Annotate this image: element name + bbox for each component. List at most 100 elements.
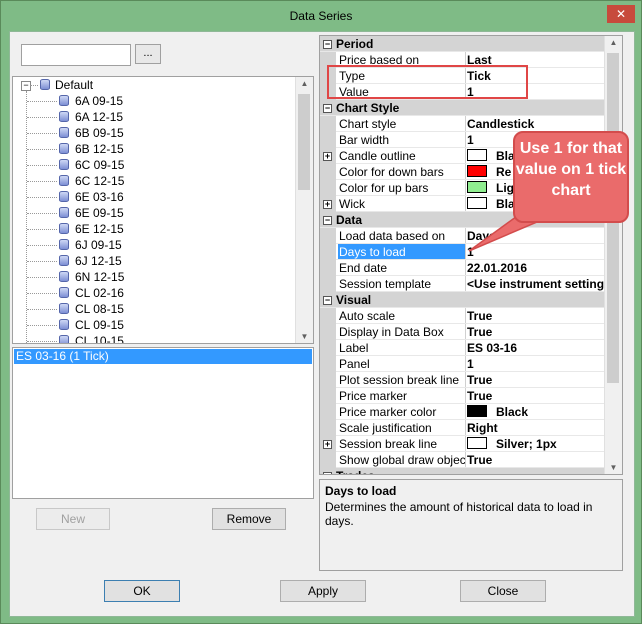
collapse-icon[interactable]: − xyxy=(323,40,332,49)
scroll-up-icon[interactable]: ▲ xyxy=(296,79,313,88)
tree-item[interactable]: CL 09-15 xyxy=(13,317,295,333)
property-value[interactable]: True xyxy=(467,372,492,388)
property-row[interactable]: Scale justification Right xyxy=(320,420,605,436)
tree-item-label: 6E 09-15 xyxy=(75,206,124,220)
property-value[interactable]: True xyxy=(467,308,492,324)
property-value[interactable]: 1 xyxy=(467,132,474,148)
scroll-up-icon[interactable]: ▲ xyxy=(605,38,622,47)
property-grid-scrollbar[interactable]: ▲ ▼ xyxy=(604,36,622,474)
tree-item[interactable]: 6A 12-15 xyxy=(13,109,295,125)
property-value[interactable]: Black xyxy=(467,404,528,420)
property-name: Bar width xyxy=(338,132,466,147)
property-value[interactable]: True xyxy=(467,388,492,404)
new-button[interactable]: New xyxy=(36,508,110,530)
property-row[interactable]: Show global draw objects True xyxy=(320,452,605,468)
tree-item[interactable]: 6B 09-15 xyxy=(13,125,295,141)
tree-item[interactable]: 6C 09-15 xyxy=(13,157,295,173)
tree-item[interactable]: 6N 12-15 xyxy=(13,269,295,285)
property-row[interactable]: Price marker color Black xyxy=(320,404,605,420)
tree-item[interactable]: 6J 12-15 xyxy=(13,253,295,269)
category-label: Trades xyxy=(336,468,375,474)
tree-item-label: 6E 03-16 xyxy=(75,190,124,204)
property-row[interactable]: Session template <Use instrument settings… xyxy=(320,276,618,292)
tree-item-label: 6C 09-15 xyxy=(75,158,125,172)
expand-icon[interactable]: + xyxy=(323,440,332,449)
tree-item[interactable]: CL 10-15 xyxy=(13,333,295,343)
series-list-item[interactable]: ES 03-16 (1 Tick) xyxy=(14,349,312,364)
color-swatch xyxy=(467,149,487,161)
tree-item[interactable]: 6E 03-16 xyxy=(13,189,295,205)
tree-item[interactable]: 6J 09-15 xyxy=(13,237,295,253)
title-bar[interactable]: Data Series ✕ xyxy=(1,1,641,31)
property-value[interactable]: Lig xyxy=(467,180,514,196)
category-period[interactable]: − Period xyxy=(320,36,605,52)
property-row[interactable]: + Session break line Silver; 1px xyxy=(320,436,605,452)
property-row[interactable]: Panel 1 xyxy=(320,356,605,372)
expand-icon[interactable]: + xyxy=(323,152,332,161)
category-trades[interactable]: − Trades xyxy=(320,468,605,474)
close-window-button[interactable]: ✕ xyxy=(607,5,635,23)
property-value[interactable]: Right xyxy=(467,420,498,436)
property-name: Color for up bars xyxy=(338,180,466,195)
property-name: Panel xyxy=(338,356,466,371)
collapse-toggle-icon[interactable]: − xyxy=(21,81,31,91)
scroll-down-icon[interactable]: ▼ xyxy=(605,463,622,472)
scrollbar-thumb[interactable] xyxy=(298,94,310,190)
tree-item-label: 6A 09-15 xyxy=(75,94,124,108)
tree-root-default[interactable]: − Default xyxy=(13,77,295,93)
description-title: Days to load xyxy=(325,484,397,498)
category-label: Visual xyxy=(336,293,372,307)
category-visual[interactable]: − Visual xyxy=(320,292,605,308)
collapse-icon[interactable]: − xyxy=(323,472,332,474)
property-row[interactable]: Auto scale True xyxy=(320,308,605,324)
remove-button[interactable]: Remove xyxy=(212,508,286,530)
tree-root-label: Default xyxy=(55,78,94,92)
browse-button[interactable]: ... xyxy=(135,44,161,64)
color-swatch xyxy=(467,181,487,193)
property-value[interactable]: 1 xyxy=(467,356,474,372)
property-row[interactable]: Price marker True xyxy=(320,388,605,404)
tree-item[interactable]: CL 08-15 xyxy=(13,301,295,317)
property-value[interactable]: Re xyxy=(467,164,511,180)
instrument-icon xyxy=(59,223,69,234)
property-row[interactable]: Chart style Candlestick xyxy=(320,116,605,132)
category-chart-style[interactable]: − Chart Style xyxy=(320,100,605,116)
property-value[interactable]: Candlestick xyxy=(467,116,534,132)
expand-icon[interactable]: + xyxy=(323,200,332,209)
property-value[interactable]: True xyxy=(467,452,492,468)
tree-item-label: CL 08-15 xyxy=(75,302,124,316)
property-name: Wick xyxy=(338,196,466,211)
tree-item[interactable]: 6E 12-15 xyxy=(13,221,295,237)
property-row[interactable]: End date 22.01.2016 xyxy=(320,260,605,276)
tree-item[interactable]: 6E 09-15 xyxy=(13,205,295,221)
property-row[interactable]: Plot session break line True xyxy=(320,372,605,388)
property-value[interactable]: ES 03-16 xyxy=(467,340,517,356)
collapse-icon[interactable]: − xyxy=(323,296,332,305)
scroll-down-icon[interactable]: ▼ xyxy=(296,332,313,341)
collapse-icon[interactable]: − xyxy=(323,104,332,113)
property-row[interactable]: Display in Data Box True xyxy=(320,324,605,340)
property-value[interactable]: <Use instrument settings> xyxy=(467,276,618,292)
property-name: Label xyxy=(338,340,466,355)
tree-item[interactable]: CL 02-16 xyxy=(13,285,295,301)
property-value[interactable]: Bla xyxy=(467,148,515,164)
instrument-icon xyxy=(59,271,69,282)
collapse-icon[interactable]: − xyxy=(323,216,332,225)
instrument-icon xyxy=(59,159,69,170)
instrument-search-input[interactable] xyxy=(21,44,131,66)
property-value[interactable]: 22.01.2016 xyxy=(467,260,527,276)
close-button[interactable]: Close xyxy=(460,580,546,602)
property-name: Display in Data Box xyxy=(338,324,466,339)
property-value[interactable]: Silver; 1px xyxy=(467,436,557,452)
tree-item[interactable]: 6C 12-15 xyxy=(13,173,295,189)
tree-item[interactable]: 6A 09-15 xyxy=(13,93,295,109)
tree-item[interactable]: 6B 12-15 xyxy=(13,141,295,157)
property-name: Scale justification xyxy=(338,420,466,435)
ok-button[interactable]: OK xyxy=(104,580,180,602)
tree-vertical-scrollbar[interactable]: ▲ ▼ xyxy=(295,77,313,343)
apply-button[interactable]: Apply xyxy=(280,580,366,602)
property-value[interactable]: True xyxy=(467,324,492,340)
color-swatch xyxy=(467,405,487,417)
property-row[interactable]: Label ES 03-16 xyxy=(320,340,605,356)
instrument-icon xyxy=(59,95,69,106)
